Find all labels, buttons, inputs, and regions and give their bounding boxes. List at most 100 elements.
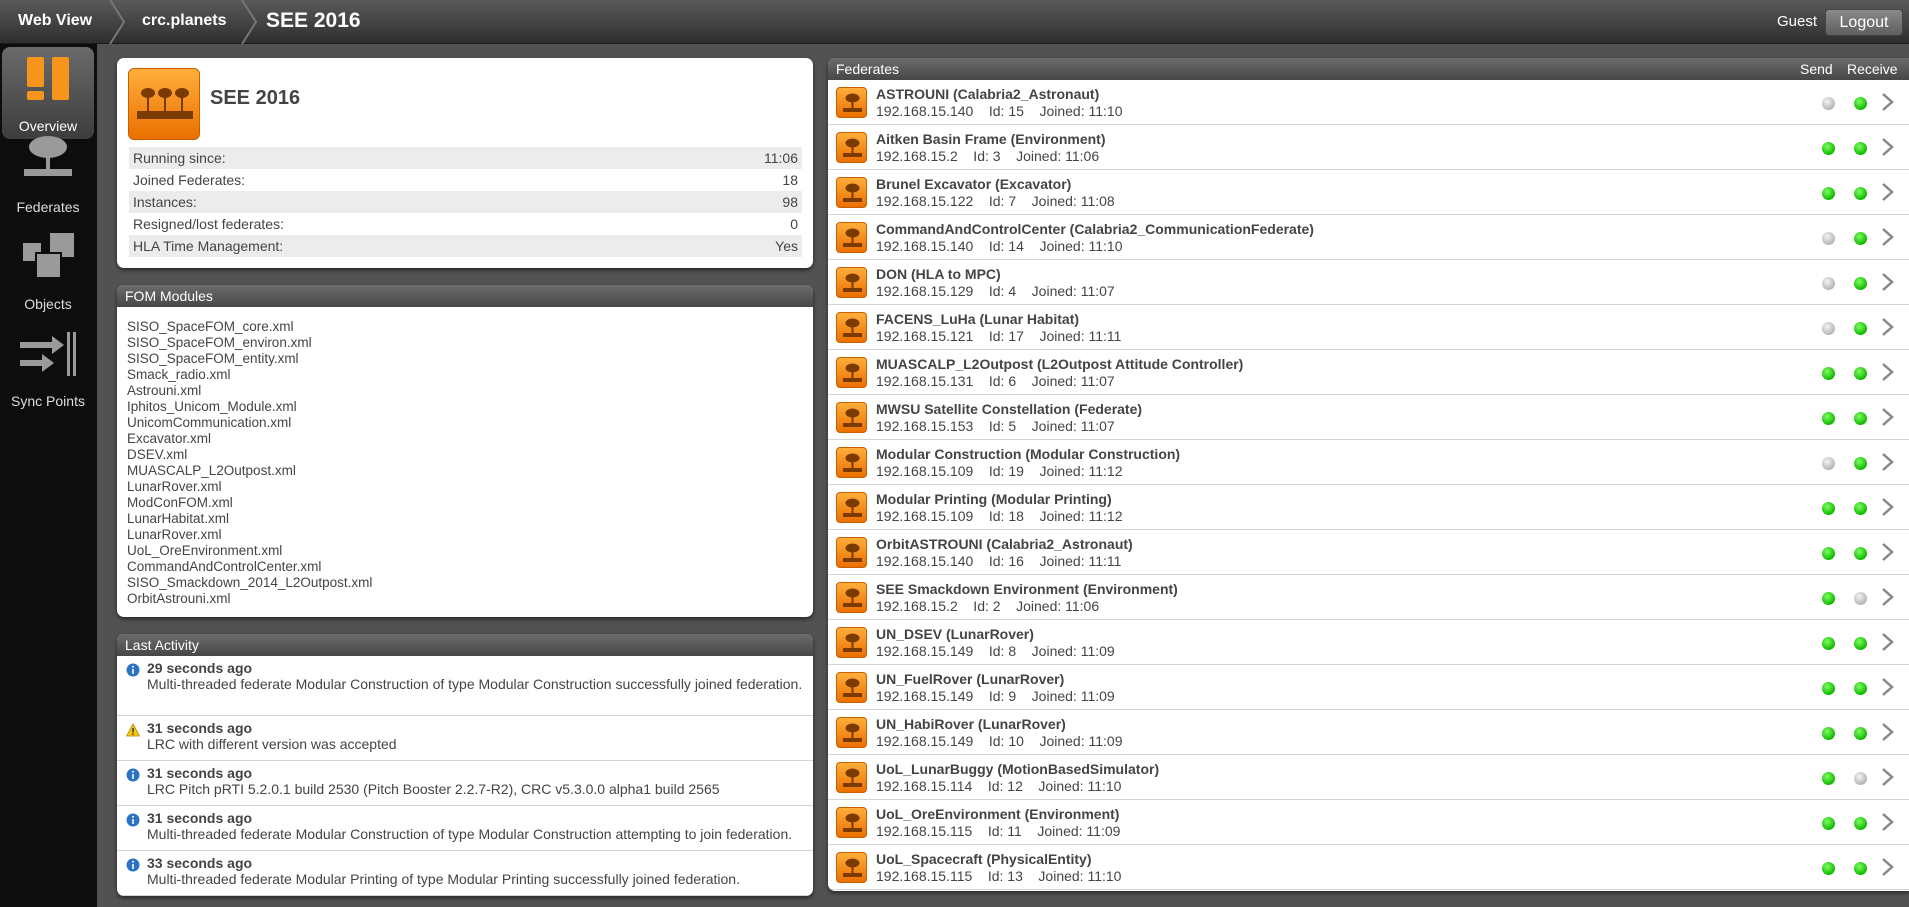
federate-row[interactable]: Aitken Basin Frame (Environment) 192.168.… (828, 125, 1909, 170)
federate-icon (836, 762, 867, 793)
federate-row[interactable]: MUASCALP_L2Outpost (L2Outpost Attitude C… (828, 350, 1909, 395)
receive-status-indicator (1854, 547, 1867, 560)
federate-row[interactable]: UoL_OreEnvironment (Environment) 192.168.… (828, 800, 1909, 845)
warning-icon (126, 723, 140, 737)
chevron-right-icon[interactable] (1881, 722, 1895, 742)
send-status-indicator (1822, 457, 1835, 470)
federate-list: ASTROUNI (Calabria2_Astronaut) 192.168.15… (828, 80, 1909, 890)
chevron-right-icon[interactable] (1881, 542, 1895, 562)
chevron-right-icon[interactable] (1881, 407, 1895, 427)
fom-modules-panel: FOM Modules SISO_SpaceFOM_core.xml SISO_S… (117, 285, 813, 617)
chevron-right-icon[interactable] (1881, 857, 1895, 877)
fom-module-item: OrbitAstrouni.xml (127, 591, 231, 606)
breadcrumb-federation: SEE 2016 (266, 9, 361, 32)
federate-row[interactable]: Modular Printing (Modular Printing) 192.1… (828, 485, 1909, 530)
federate-row[interactable]: FACENS_LuHa (Lunar Habitat) 192.168.15.12… (828, 305, 1909, 350)
federate-info: 192.168.15.140 Id: 16 Joined: 11:11 (876, 553, 1122, 569)
breadcrumb-crc[interactable]: crc.planets (142, 0, 226, 44)
federate-name: SEE Smackdown Environment (Environment) (876, 581, 1178, 597)
federate-icon (836, 447, 867, 478)
nav-overview[interactable]: Overview (2, 47, 94, 139)
federate-info: 192.168.15.115 Id: 13 Joined: 11:10 (876, 868, 1122, 884)
top-bar: Web View crc.planets SEE 2016 Guest Logo… (0, 0, 1909, 44)
send-status-indicator (1822, 772, 1835, 785)
federate-row[interactable]: UN_FuelRover (LunarRover) 192.168.15.149 … (828, 665, 1909, 710)
federate-name: OrbitASTROUNI (Calabria2_Astronaut) (876, 536, 1133, 552)
federate-row[interactable]: CommandAndControlCenter (Calabria2_Commu… (828, 215, 1909, 260)
activity-time: 31 seconds ago (147, 810, 253, 826)
federate-row[interactable]: SEE Smackdown Environment (Environment) 1… (828, 575, 1909, 620)
chevron-right-icon[interactable] (1881, 92, 1895, 112)
send-status-indicator (1822, 637, 1835, 650)
federate-row[interactable]: UN_HabiRover (LunarRover) 192.168.15.149 … (828, 710, 1909, 755)
nav-objects[interactable]: Objects (2, 225, 94, 317)
nav-federates[interactable]: Federates (2, 128, 94, 220)
federate-name: Aitken Basin Frame (Environment) (876, 131, 1106, 147)
activity-item: 31 seconds ago LRC Pitch pRTI 5.2.0.1 bui… (117, 761, 813, 806)
federate-row[interactable]: OrbitASTROUNI (Calabria2_Astronaut) 192.1… (828, 530, 1909, 575)
federate-row[interactable]: Brunel Excavator (Excavator) 192.168.15.1… (828, 170, 1909, 215)
chevron-right-icon[interactable] (1881, 272, 1895, 292)
receive-status-indicator (1854, 772, 1867, 785)
chevron-right-icon[interactable] (1881, 137, 1895, 157)
chevron-right-icon[interactable] (1881, 497, 1895, 517)
federate-row[interactable]: ASTROUNI (Calabria2_Astronaut) 192.168.15… (828, 80, 1909, 125)
send-status-indicator (1822, 682, 1835, 695)
federate-row[interactable]: UN_DSEV (LunarRover) 192.168.15.149 Id: 8… (828, 620, 1909, 665)
breadcrumb-web-view[interactable]: Web View (18, 0, 92, 44)
fom-module-item: UnicomCommunication.xml (127, 415, 292, 430)
logout-button[interactable]: Logout (1825, 9, 1903, 36)
chevron-right-icon[interactable] (1881, 317, 1895, 337)
chevron-right-icon[interactable] (1881, 362, 1895, 382)
fom-modules-header: FOM Modules (117, 285, 813, 307)
fom-module-item: Excavator.xml (127, 431, 212, 446)
chevron-right-icon[interactable] (1881, 812, 1895, 832)
federate-row[interactable]: MWSU Satellite Constellation (Federate) 1… (828, 395, 1909, 440)
chevron-right-icon[interactable] (1881, 632, 1895, 652)
federate-row[interactable]: UoL_Spacecraft (PhysicalEntity) 192.168.1… (828, 845, 1909, 890)
send-status-indicator (1822, 412, 1835, 425)
receive-status-indicator (1854, 142, 1867, 155)
chevron-right-icon[interactable] (1881, 767, 1895, 787)
federate-info: 192.168.15.2 Id: 2 Joined: 11:06 (876, 598, 1100, 614)
chevron-right-icon[interactable] (1881, 452, 1895, 472)
activity-item: 29 seconds ago Multi-threaded federate Mo… (117, 656, 813, 716)
receive-status-indicator (1854, 412, 1867, 425)
chevron-right-icon[interactable] (1881, 677, 1895, 697)
activity-time: 29 seconds ago (147, 660, 253, 676)
activity-message: LRC with different version was accepted (147, 736, 397, 752)
chevron-right-icon[interactable] (1881, 227, 1895, 247)
summary-value: 18 (782, 172, 798, 188)
summary-row-time-management: HLA Time Management: Yes (129, 235, 802, 257)
fom-module-item: LunarRover.xml (127, 527, 222, 542)
chevron-right-icon[interactable] (1881, 587, 1895, 607)
send-status-indicator (1822, 502, 1835, 515)
send-status-indicator (1822, 547, 1835, 560)
send-status-indicator (1822, 142, 1835, 155)
send-status-indicator (1822, 862, 1835, 875)
receive-status-indicator (1854, 592, 1867, 605)
send-status-indicator (1822, 232, 1835, 245)
summary-row-instances: Instances: 98 (129, 191, 802, 213)
fom-module-item: LunarHabitat.xml (127, 511, 230, 526)
federation-summary-panel: SEE 2016 Running since: 11:06 Joined Fed… (117, 58, 813, 268)
federate-info: 192.168.15.131 Id: 6 Joined: 11:07 (876, 373, 1115, 389)
fom-module-item: ModConFOM.xml (127, 495, 233, 510)
federate-icon (836, 357, 867, 388)
federate-icon (836, 852, 867, 883)
federate-row[interactable]: UoL_LunarBuggy (MotionBasedSimulator) 192… (828, 755, 1909, 800)
receive-status-indicator (1854, 277, 1867, 290)
federate-row[interactable]: DON (HLA to MPC) 192.168.15.129 Id: 4 Joi… (828, 260, 1909, 305)
receive-status-indicator (1854, 502, 1867, 515)
federate-row[interactable]: Modular Construction (Modular Constructi… (828, 440, 1909, 485)
federate-icon (836, 672, 867, 703)
sidebar: Overview Federates Objects Sync Points (0, 44, 97, 907)
fom-module-item: SISO_SpaceFOM_core.xml (127, 319, 294, 334)
info-icon (126, 768, 140, 782)
federate-info: 192.168.15.121 Id: 17 Joined: 11:11 (876, 328, 1122, 344)
chevron-right-icon[interactable] (1881, 182, 1895, 202)
nav-sync-points[interactable]: Sync Points (2, 322, 94, 414)
federate-name: UN_FuelRover (LunarRover) (876, 671, 1065, 687)
sync-points-icon (20, 332, 76, 376)
last-activity-header: Last Activity (117, 634, 813, 656)
